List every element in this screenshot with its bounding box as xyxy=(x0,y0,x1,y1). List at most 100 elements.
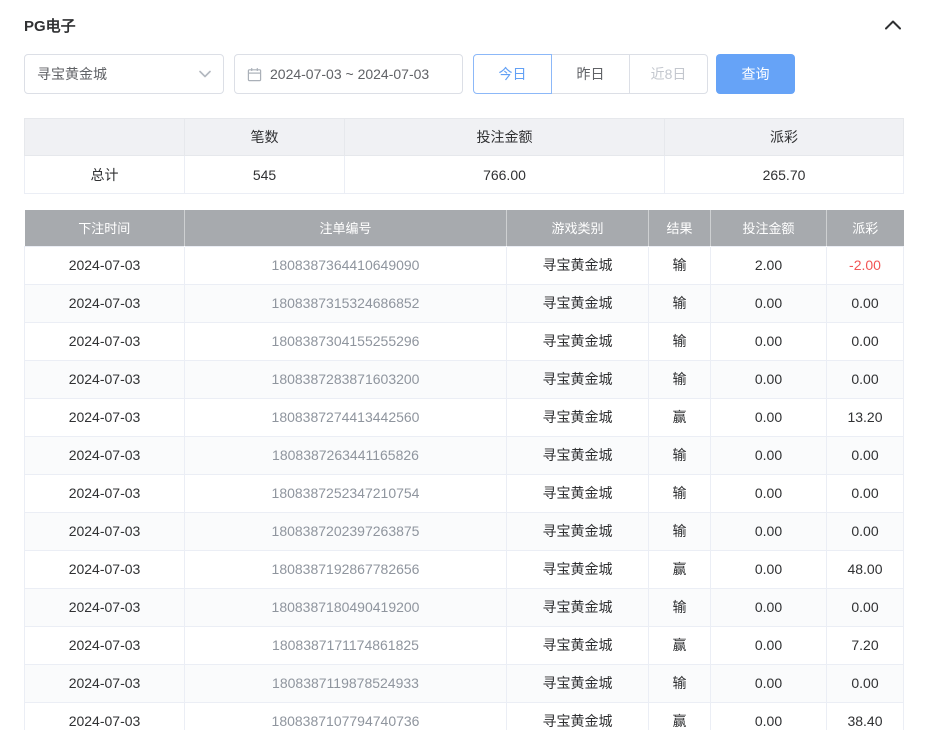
game-name: 寻宝黄金城 xyxy=(507,626,649,664)
bet-amount: 0.00 xyxy=(711,702,827,730)
bet-id: 1808387119878524933 xyxy=(185,664,507,702)
search-button[interactable]: 查询 xyxy=(716,54,795,94)
bet-result: 输 xyxy=(649,664,711,702)
collapse-button[interactable] xyxy=(883,15,903,35)
table-row: 2024-07-031808387263441165826寻宝黄金城输0.000… xyxy=(25,436,904,474)
bet-id: 1808387252347210754 xyxy=(185,474,507,512)
bet-result: 输 xyxy=(649,322,711,360)
date-range-input[interactable]: 2024-07-03 ~ 2024-07-03 xyxy=(234,54,463,94)
bet-payout: 0.00 xyxy=(827,512,904,550)
col-header-game-type: 游戏类别 xyxy=(507,210,649,246)
bet-result: 输 xyxy=(649,284,711,322)
summary-total-label: 总计 xyxy=(25,156,185,194)
game-name: 寻宝黄金城 xyxy=(507,436,649,474)
game-name: 寻宝黄金城 xyxy=(507,588,649,626)
bet-payout: 0.00 xyxy=(827,360,904,398)
table-row: 2024-07-031808387252347210754寻宝黄金城输0.000… xyxy=(25,474,904,512)
summary-total-row: 总计 545 766.00 265.70 xyxy=(25,156,904,194)
game-name: 寻宝黄金城 xyxy=(507,360,649,398)
summary-count-value: 545 xyxy=(185,156,345,194)
bet-result: 输 xyxy=(649,246,711,284)
bet-table-header-row: 下注时间 注单编号 游戏类别 结果 投注金额 派彩 xyxy=(25,210,904,246)
bet-id: 1808387274413442560 xyxy=(185,398,507,436)
bet-result: 输 xyxy=(649,436,711,474)
bet-payout: 0.00 xyxy=(827,436,904,474)
col-header-bet-time: 下注时间 xyxy=(25,210,185,246)
game-name: 寻宝黄金城 xyxy=(507,512,649,550)
col-header-payout: 派彩 xyxy=(827,210,904,246)
bet-amount: 0.00 xyxy=(711,474,827,512)
bet-id: 1808387283871603200 xyxy=(185,360,507,398)
bet-id: 1808387364410649090 xyxy=(185,246,507,284)
game-select-value: 寻宝黄金城 xyxy=(37,64,107,84)
game-name: 寻宝黄金城 xyxy=(507,322,649,360)
pg-games-panel: PG电子 寻宝黄金城 2024-07-03 ~ 2024-07-03 今日 xyxy=(0,0,927,730)
quick-btn-today[interactable]: 今日 xyxy=(473,54,552,94)
bet-date: 2024-07-03 xyxy=(25,398,185,436)
col-header-bet-amount: 投注金额 xyxy=(711,210,827,246)
bet-amount: 0.00 xyxy=(711,664,827,702)
chevron-up-icon xyxy=(885,20,901,30)
bet-date: 2024-07-03 xyxy=(25,550,185,588)
summary-header-row: 笔数 投注金额 派彩 xyxy=(25,119,904,156)
game-name: 寻宝黄金城 xyxy=(507,284,649,322)
game-select[interactable]: 寻宝黄金城 xyxy=(24,54,224,94)
summary-payout-value: 265.70 xyxy=(665,156,904,194)
bet-payout: 0.00 xyxy=(827,322,904,360)
bet-date: 2024-07-03 xyxy=(25,626,185,664)
bet-id: 1808387192867782656 xyxy=(185,550,507,588)
bet-amount: 0.00 xyxy=(711,284,827,322)
bet-id: 1808387315324686852 xyxy=(185,284,507,322)
bet-amount: 0.00 xyxy=(711,322,827,360)
bet-payout: 0.00 xyxy=(827,588,904,626)
bet-result: 赢 xyxy=(649,398,711,436)
bet-id: 1808387107794740736 xyxy=(185,702,507,730)
bet-date: 2024-07-03 xyxy=(25,322,185,360)
summary-table: 笔数 投注金额 派彩 总计 545 766.00 265.70 xyxy=(24,118,904,194)
quick-btn-yesterday[interactable]: 昨日 xyxy=(551,54,630,94)
summary-bet-amount-value: 766.00 xyxy=(345,156,665,194)
bet-table-body: 2024-07-031808387364410649090寻宝黄金城输2.00-… xyxy=(25,246,904,730)
summary-header-bet-amount: 投注金额 xyxy=(345,119,665,156)
bet-payout: 48.00 xyxy=(827,550,904,588)
table-row: 2024-07-031808387202397263875寻宝黄金城输0.000… xyxy=(25,512,904,550)
bet-payout: -2.00 xyxy=(827,246,904,284)
quick-btn-last8days[interactable]: 近8日 xyxy=(629,54,708,94)
bet-date: 2024-07-03 xyxy=(25,664,185,702)
game-name: 寻宝黄金城 xyxy=(507,702,649,730)
chevron-down-icon xyxy=(199,70,211,78)
col-header-bet-id: 注单编号 xyxy=(185,210,507,246)
bet-date: 2024-07-03 xyxy=(25,436,185,474)
bet-payout: 0.00 xyxy=(827,474,904,512)
bet-date: 2024-07-03 xyxy=(25,512,185,550)
col-header-result: 结果 xyxy=(649,210,711,246)
bet-amount: 0.00 xyxy=(711,512,827,550)
page-title: PG电子 xyxy=(24,15,76,36)
table-row: 2024-07-031808387315324686852寻宝黄金城输0.000… xyxy=(25,284,904,322)
table-row: 2024-07-031808387274413442560寻宝黄金城赢0.001… xyxy=(25,398,904,436)
game-name: 寻宝黄金城 xyxy=(507,664,649,702)
table-row: 2024-07-031808387364410649090寻宝黄金城输2.00-… xyxy=(25,246,904,284)
bet-id: 1808387263441165826 xyxy=(185,436,507,474)
bet-id: 1808387171174861825 xyxy=(185,626,507,664)
bet-amount: 0.00 xyxy=(711,436,827,474)
bet-date: 2024-07-03 xyxy=(25,702,185,730)
bet-result: 赢 xyxy=(649,626,711,664)
bet-payout: 0.00 xyxy=(827,664,904,702)
bet-id: 1808387304155255296 xyxy=(185,322,507,360)
bet-id: 1808387180490419200 xyxy=(185,588,507,626)
bet-date: 2024-07-03 xyxy=(25,360,185,398)
bet-amount: 0.00 xyxy=(711,626,827,664)
bet-result: 赢 xyxy=(649,550,711,588)
quick-range-group: 今日 昨日 近8日 xyxy=(473,54,708,94)
filter-bar: 寻宝黄金城 2024-07-03 ~ 2024-07-03 今日 昨日 近8日 … xyxy=(24,54,903,94)
table-row: 2024-07-031808387180490419200寻宝黄金城输0.000… xyxy=(25,588,904,626)
bet-result: 输 xyxy=(649,588,711,626)
bet-date: 2024-07-03 xyxy=(25,474,185,512)
summary-header-payout: 派彩 xyxy=(665,119,904,156)
game-name: 寻宝黄金城 xyxy=(507,398,649,436)
bet-result: 赢 xyxy=(649,702,711,730)
bet-amount: 2.00 xyxy=(711,246,827,284)
bet-result: 输 xyxy=(649,474,711,512)
bet-payout: 13.20 xyxy=(827,398,904,436)
